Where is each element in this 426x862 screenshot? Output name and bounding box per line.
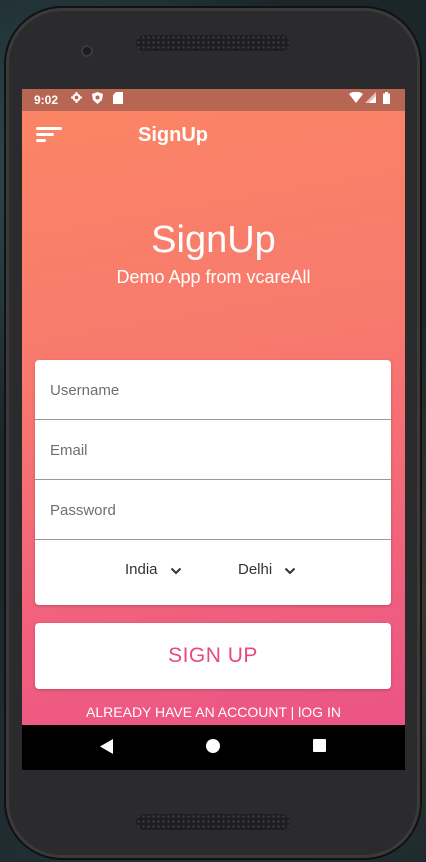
- top-speaker: [136, 35, 290, 51]
- android-nav-bar: [22, 725, 405, 770]
- home-icon[interactable]: [206, 739, 220, 758]
- status-bar: 9:02: [22, 89, 405, 111]
- city-dropdown[interactable]: Delhi: [238, 561, 296, 578]
- signup-form-card: India Delhi: [35, 360, 391, 605]
- email-input[interactable]: [48, 420, 382, 480]
- battery-icon: [383, 92, 390, 107]
- sd-card-icon: [113, 92, 123, 107]
- app-bar: SignUp: [22, 111, 405, 161]
- username-input[interactable]: [48, 360, 382, 420]
- bottom-speaker: [136, 814, 290, 830]
- country-dropdown[interactable]: India: [125, 561, 182, 578]
- location-selects: India Delhi: [35, 541, 391, 605]
- recents-icon[interactable]: [313, 739, 326, 757]
- city-value: Delhi: [238, 561, 273, 578]
- email-field-container: [35, 420, 391, 480]
- username-field-container: [35, 360, 391, 420]
- gear-icon: [71, 92, 82, 106]
- back-icon[interactable]: [100, 739, 113, 759]
- login-link[interactable]: ALREADY HAVE AN ACCOUNT | lOG IN: [22, 704, 405, 720]
- app-bar-title: SignUp: [138, 124, 208, 146]
- signup-screen: SignUp SignUp Demo App from vcareAll Ind…: [22, 111, 405, 725]
- country-value: India: [125, 561, 158, 578]
- status-time: 9:02: [34, 93, 59, 107]
- signal-icon: [365, 92, 376, 106]
- signup-button[interactable]: SIGN UP: [35, 623, 391, 689]
- hero-subtitle: Demo App from vcareAll: [116, 267, 311, 287]
- password-field-container: [35, 480, 391, 540]
- menu-icon[interactable]: [36, 127, 64, 143]
- password-input[interactable]: [48, 480, 382, 540]
- chevron-down-icon: [284, 564, 296, 576]
- chevron-down-icon: [170, 564, 182, 576]
- device-screen: 9:02 SignUp SignUp Demo App from vcareAl…: [22, 89, 405, 770]
- front-camera: [81, 45, 93, 57]
- wifi-icon: [349, 91, 363, 106]
- shield-icon: [92, 92, 103, 107]
- hero-title: SignUp: [151, 219, 276, 261]
